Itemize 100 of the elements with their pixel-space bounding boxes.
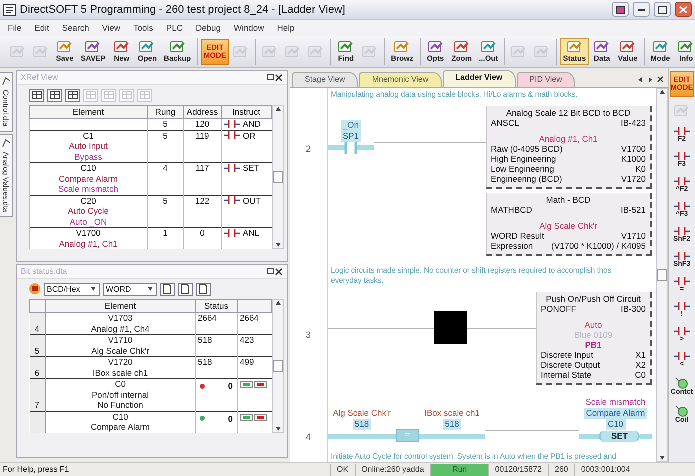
menu-item[interactable]: PLC — [166, 23, 183, 33]
panel-title: XRef View — [21, 73, 60, 82]
panel-tool-button[interactable] — [65, 88, 80, 102]
column-header[interactable]: Element — [46, 300, 196, 312]
contact-symbol-icon — [674, 202, 690, 211]
element-address: C10 — [112, 412, 130, 422]
grid-icon — [122, 91, 132, 99]
ib-number: IB-423 — [620, 118, 646, 128]
box-title: Analog Scale 12 Bit BCD to BCD — [505, 108, 632, 118]
param-name: High Engineering — [491, 154, 556, 164]
status-cell: OK — [330, 464, 355, 476]
param-value: X1 — [636, 350, 646, 360]
menu-item[interactable]: Tools — [134, 23, 154, 33]
instruction-box[interactable]: Push On/Push Off Circuit PONOFF IB-300 Auto Blue 0109 PB1 Discrete Input X1 Discrete Output X2 Internal State C0 — [536, 292, 652, 385]
scrollbar[interactable] — [656, 88, 668, 462]
view-tab[interactable]: Stage View — [292, 72, 358, 87]
box-label: Alg Scale Chk'r — [538, 221, 598, 231]
tab-left-icon — [637, 76, 644, 82]
close-button[interactable] — [675, 2, 692, 17]
tool-icon — [618, 40, 637, 54]
box-label: Analog #1, Ch1 — [538, 134, 599, 144]
panel-tool-button[interactable] — [47, 88, 62, 102]
panel-tool-button[interactable] — [160, 282, 175, 296]
view-tab[interactable]: Mnemonic View — [359, 72, 442, 87]
table-cell: 119 — [184, 130, 222, 162]
tool-icon — [337, 40, 356, 54]
set-icon — [243, 383, 250, 386]
restore-icon — [616, 6, 625, 14]
size-select[interactable]: WORD — [103, 282, 157, 296]
contact-symbol-icon — [674, 302, 690, 311]
menu-item[interactable]: Debug — [196, 23, 222, 33]
tool-icon — [480, 40, 498, 54]
param-value: K1000 — [621, 154, 646, 164]
view-tab[interactable]: Ladder View — [442, 70, 516, 87]
table-cell: 518 — [196, 334, 238, 356]
close-icon — [275, 268, 283, 276]
scrollbar[interactable] — [272, 299, 284, 432]
box-label: Blue 0109 — [573, 330, 614, 340]
tool-icon — [232, 44, 250, 58]
row-number: 4 — [34, 324, 40, 334]
element-address: V1720 — [107, 357, 134, 368]
panel-tool-button[interactable] — [29, 88, 44, 102]
node-icon — [674, 377, 689, 389]
menu-item[interactable]: Window — [234, 23, 264, 33]
rung-number: 4 — [306, 432, 311, 442]
param-value: X2 — [636, 360, 646, 370]
menu-item[interactable]: Search — [62, 23, 90, 33]
menu-item[interactable]: Edit — [34, 23, 50, 33]
element-address: SP1 — [340, 131, 362, 142]
panel-tool-button[interactable] — [196, 282, 211, 296]
status-cell: 260 — [548, 464, 574, 476]
grid-icon — [68, 91, 78, 99]
view-tab[interactable]: PID View — [516, 72, 576, 87]
contact-symbol-icon — [674, 277, 690, 286]
caret-icon — [147, 286, 154, 292]
param-value: V1700 — [621, 144, 646, 154]
scroll-down-icon — [274, 426, 282, 432]
restore-button[interactable] — [612, 2, 629, 17]
param-value: V1720 — [621, 174, 646, 184]
set-icon — [243, 416, 250, 418]
tool-icon — [426, 40, 445, 54]
grid-icon — [104, 91, 114, 99]
instruction-box[interactable]: Analog Scale 12 Bit BCD to BCD ANSCL IB-423 Analog #1, Ch1 Raw (0-4095 BCD) V1700 High Engineering K1000 Low Engineering K0 Engineering (BCD) V1720 — [486, 106, 652, 189]
close-icon — [657, 76, 664, 83]
instruction-icon — [224, 228, 240, 238]
element-nickname: Alg Scale Chk'r — [332, 408, 392, 419]
table-cell: 2664 — [196, 312, 238, 334]
tool-icon — [307, 44, 326, 58]
minimize-button[interactable] — [633, 2, 650, 17]
reset-bit-button[interactable] — [254, 414, 267, 420]
menu-item[interactable]: File — [8, 23, 22, 33]
column-header[interactable]: Status — [196, 300, 238, 312]
menu-item[interactable]: Help — [277, 23, 295, 33]
compare-operator: = — [396, 429, 420, 442]
rung-number: 3 — [306, 330, 311, 340]
element-nickname: No Function — [96, 400, 144, 410]
param-name: Raw (0-4095 BCD) — [491, 144, 563, 154]
element-address: C0 — [114, 379, 127, 390]
format-select[interactable]: BCD/Hex — [44, 282, 100, 296]
row-number: 6 — [34, 368, 40, 378]
table-cell: 5 — [148, 118, 184, 130]
column-header[interactable]: Element — [30, 106, 148, 118]
set-bit-button[interactable] — [240, 414, 253, 420]
column-header[interactable]: Address — [184, 106, 222, 118]
table-cell: 1 — [148, 228, 184, 249]
instruction-box[interactable]: Math - BCD MATHBCD IB-521 Alg Scale Chk'r WORD Result V1710 Expression (V1700 * K1000) / K4095 — [486, 193, 652, 256]
set-bit-button[interactable] — [240, 381, 253, 388]
element-description: Scale mismatch — [58, 184, 120, 194]
menu-item[interactable]: View — [102, 23, 121, 33]
column-header[interactable]: Rung — [148, 106, 184, 118]
maximize-button[interactable] — [654, 2, 671, 17]
tool-icon — [56, 40, 74, 54]
reset-bit-button[interactable] — [254, 381, 267, 388]
tool-icon — [533, 44, 552, 58]
param-value: C0 — [635, 370, 646, 380]
panel-tool-button[interactable] — [178, 282, 193, 296]
panel-title: Bit status.dta — [21, 267, 68, 276]
column-header[interactable]: Instruct — [222, 106, 272, 118]
element-nickname: Compare Alarm — [58, 174, 120, 184]
scrollbar[interactable] — [272, 105, 284, 249]
